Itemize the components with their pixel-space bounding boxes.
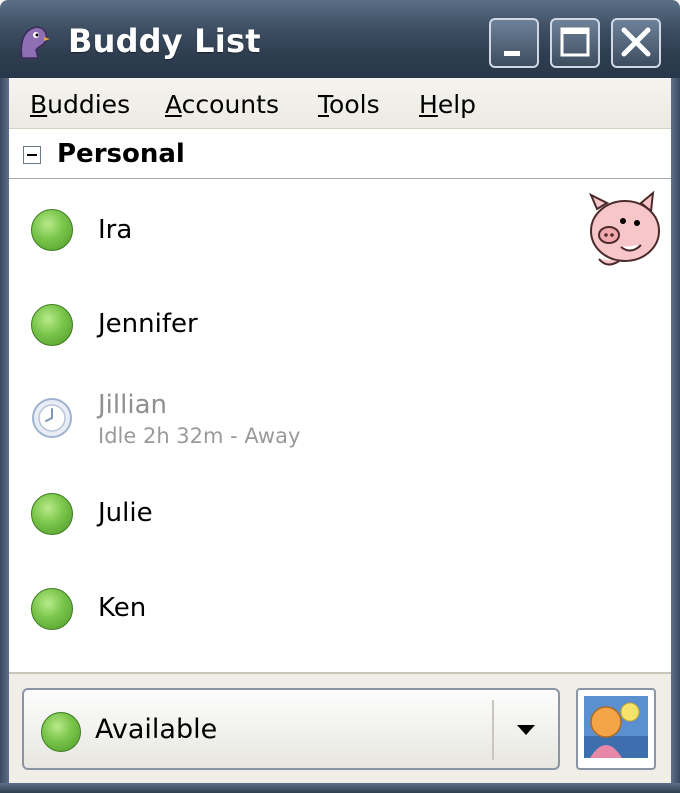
menu-help[interactable]: Help [419, 90, 476, 119]
status-bar: Available [9, 674, 671, 783]
minimize-button[interactable] [489, 18, 539, 68]
available-status-icon [31, 493, 73, 535]
menu-accounts[interactable]: Accounts [165, 90, 279, 119]
menu-accounts-rest: ccounts [181, 90, 279, 119]
buddy-row-jillian[interactable]: Jillian Idle 2h 32m - Away [9, 372, 671, 462]
pidgin-purple-bird-icon [20, 26, 50, 59]
window-frame-right [671, 78, 680, 793]
title-bar[interactable]: Buddy List [0, 0, 680, 78]
menu-tools-mnemonic: T [318, 90, 330, 119]
buddy-row-jennifer[interactable]: Jennifer [9, 277, 671, 367]
idle-clock-icon [32, 398, 72, 438]
minimize-icon [504, 51, 520, 56]
dropdown-arrow-icon[interactable] [517, 725, 535, 735]
buddy-name: Ira [98, 215, 133, 245]
buddy-list-window: Buddy List Buddies Accounts Tools Help P… [0, 0, 680, 793]
account-icon-button[interactable] [576, 688, 656, 770]
account-buddy-icon [584, 696, 648, 758]
menu-buddies[interactable]: Buddies [30, 90, 130, 119]
available-green-dot-icon [41, 712, 81, 752]
buddy-row-ira[interactable]: Ira [9, 183, 671, 273]
maximize-icon [560, 27, 590, 57]
menu-help-rest: elp [437, 90, 477, 119]
buddy-name: Jillian [98, 390, 167, 420]
available-status-icon [31, 209, 73, 251]
menu-help-mnemonic: H [419, 90, 438, 119]
close-button[interactable] [611, 18, 661, 68]
buddy-name: Jennifer [98, 309, 198, 339]
maximize-button[interactable] [550, 18, 600, 68]
buddy-name: Julie [98, 498, 153, 528]
group-header-personal[interactable]: Personal [9, 129, 671, 179]
group-label: Personal [57, 139, 185, 169]
available-status-icon [31, 304, 73, 346]
status-selector-label: Available [95, 714, 218, 745]
window-title: Buddy List [68, 22, 261, 60]
close-icon [621, 27, 651, 57]
buddy-name: Ken [98, 593, 147, 623]
menu-bar: Buddies Accounts Tools Help [9, 78, 671, 129]
collapse-minus-icon[interactable] [23, 146, 41, 164]
status-selector[interactable]: Available [22, 688, 560, 770]
pig-buddy-icon [589, 190, 660, 266]
buddy-status-text: Idle 2h 32m - Away [98, 424, 301, 448]
buddy-row-ken[interactable]: Ken [9, 561, 671, 651]
menu-buddies-rest: uddies [47, 90, 131, 119]
available-status-icon [31, 588, 73, 630]
window-frame-bottom [0, 783, 680, 793]
menu-buddies-mnemonic: B [30, 90, 48, 119]
combo-divider [492, 700, 494, 760]
buddy-list: Ira Jennifer Jillian Idle 2h 32m - Away … [9, 179, 671, 672]
buddy-row-julie[interactable]: Julie [9, 466, 671, 556]
window-frame-left [0, 78, 9, 793]
menu-tools[interactable]: Tools [318, 90, 380, 119]
menu-tools-rest: ools [329, 90, 380, 119]
menu-accounts-mnemonic: A [165, 90, 182, 119]
